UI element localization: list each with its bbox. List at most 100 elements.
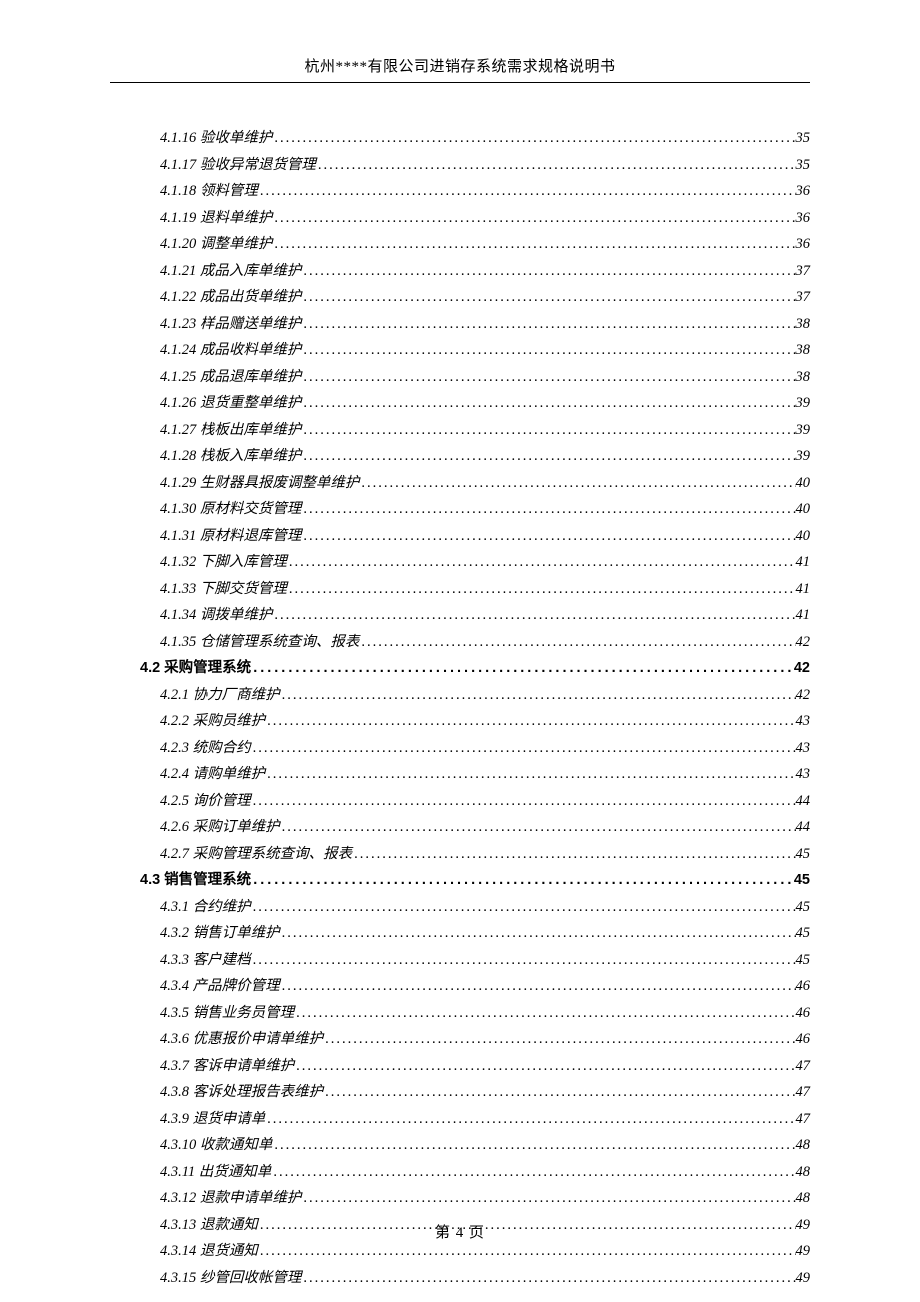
- toc-entry[interactable]: 4.1.25 成品退库单维护 38: [110, 364, 810, 391]
- toc-entry-page: 40: [796, 523, 811, 550]
- toc-entry-label: 4.3.7 客诉申请单维护: [160, 1053, 294, 1080]
- toc-entry[interactable]: 4.1.17 验收异常退货管理35: [110, 152, 810, 179]
- toc-entry-page: 43: [796, 761, 811, 788]
- toc-entry-label: 4.1.25 成品退库单维护: [160, 364, 301, 391]
- toc-entry[interactable]: 4.3.11 出货通知单48: [110, 1159, 810, 1186]
- toc-leader-dots: [352, 841, 795, 868]
- toc-entry[interactable]: 4.3.5 销售业务员管理46: [110, 1000, 810, 1027]
- toc-leader-dots: [251, 867, 794, 894]
- toc-entry[interactable]: 4.1.30 原材料交货管理40: [110, 496, 810, 523]
- toc-leader-dots: [323, 1026, 795, 1053]
- toc-entry[interactable]: 4.3.6 优惠报价申请单维护46: [110, 1026, 810, 1053]
- toc-leader-dots: [280, 920, 796, 947]
- toc-leader-dots: [301, 258, 795, 285]
- toc-leader-dots: [271, 1159, 795, 1186]
- toc-leader-dots: [359, 629, 795, 656]
- toc-entry-label: 4.1.27 栈板出库单维护: [160, 417, 301, 444]
- toc-entry-page: 44: [796, 814, 811, 841]
- page-footer: 第 4 页: [0, 1221, 920, 1242]
- toc-entry-page: 41: [796, 576, 811, 603]
- toc-entry[interactable]: 4.1.20 调整单维护36: [110, 231, 810, 258]
- toc-entry[interactable]: 4.1.31 原材料退库管理 40: [110, 523, 810, 550]
- toc-entry-label: 4.3.2 销售订单维护: [160, 920, 280, 947]
- toc-entry[interactable]: 4.2.7 采购管理系统查询、报表45: [110, 841, 810, 868]
- toc-entry[interactable]: 4.1.16 验收单维护35: [110, 125, 810, 152]
- toc-entry-page: 37: [796, 284, 811, 311]
- toc-leader-dots: [316, 152, 796, 179]
- toc-entry[interactable]: 4.1.23 样品赠送单维护38: [110, 311, 810, 338]
- toc-entry[interactable]: 4.3.4 产品牌价管理46: [110, 973, 810, 1000]
- toc-leader-dots: [301, 337, 795, 364]
- toc-entry-page: 38: [796, 337, 811, 364]
- toc-leader-dots: [287, 549, 796, 576]
- toc-entry-page: 43: [796, 708, 811, 735]
- toc-leader-dots: [294, 1053, 795, 1080]
- toc-entry-label: 4.1.17 验收异常退货管理: [160, 152, 316, 179]
- toc-leader-dots: [301, 364, 795, 391]
- toc-entry-label: 4.3.8 客诉处理报告表维护: [160, 1079, 323, 1106]
- toc-leader-dots: [265, 761, 795, 788]
- toc-entry-page: 39: [796, 417, 811, 444]
- toc-entry-label: 4.1.31 原材料退库管理: [160, 523, 301, 550]
- toc-entry-page: 40: [796, 470, 811, 497]
- toc-entry[interactable]: 4.1.22 成品出货单维护37: [110, 284, 810, 311]
- toc-entry[interactable]: 4.1.24 成品收料单维护 38: [110, 337, 810, 364]
- toc-entry[interactable]: 4.1.29 生财器具报废调整单维护40: [110, 470, 810, 497]
- toc-entry[interactable]: 4.2.5 询价管理44: [110, 788, 810, 815]
- toc-entry[interactable]: 4.2.2 采购员维护 43: [110, 708, 810, 735]
- toc-entry-page: 41: [796, 549, 811, 576]
- toc-entry[interactable]: 4.1.34 调拨单维护41: [110, 602, 810, 629]
- toc-entry-label: 4.1.34 调拨单维护: [160, 602, 272, 629]
- toc-entry[interactable]: 4.3.12 退款申请单维护48: [110, 1185, 810, 1212]
- toc-entry[interactable]: 4.1.18 领料管理36: [110, 178, 810, 205]
- toc-entry-page: 47: [796, 1053, 811, 1080]
- toc-entry-label: 4.2.2 采购员维护: [160, 708, 265, 735]
- toc-entry-label: 4.3.9 退货申请单: [160, 1106, 265, 1133]
- toc-entry[interactable]: 4.2 采购管理系统42: [110, 655, 810, 682]
- toc-entry[interactable]: 4.3.15 纱管回收帐管理49: [110, 1265, 810, 1292]
- toc-entry-label: 4.1.24 成品收料单维护: [160, 337, 301, 364]
- toc-entry-label: 4.1.26 退货重整单维护: [160, 390, 301, 417]
- toc-leader-dots: [272, 602, 795, 629]
- toc-leader-dots: [251, 894, 796, 921]
- toc-entry[interactable]: 4.1.33 下脚交货管理41: [110, 576, 810, 603]
- toc-entry[interactable]: 4.3.9 退货申请单 47: [110, 1106, 810, 1133]
- toc-entry[interactable]: 4.3.2 销售订单维护45: [110, 920, 810, 947]
- toc-entry[interactable]: 4.3.1 合约维护45: [110, 894, 810, 921]
- toc-entry[interactable]: 4.1.26 退货重整单维护39: [110, 390, 810, 417]
- toc-entry[interactable]: 4.1.27 栈板出库单维护 39: [110, 417, 810, 444]
- toc-leader-dots: [258, 178, 796, 205]
- footer-prefix: 第: [435, 1225, 456, 1241]
- toc-leader-dots: [301, 1265, 795, 1292]
- toc-entry[interactable]: 4.1.35 仓储管理系统查询、报表42: [110, 629, 810, 656]
- toc-entry[interactable]: 4.2.3 统购合约43: [110, 735, 810, 762]
- toc-leader-dots: [301, 1185, 795, 1212]
- footer-suffix: 页: [464, 1225, 485, 1241]
- toc-leader-dots: [301, 284, 795, 311]
- toc-entry[interactable]: 4.1.21 成品入库单维护37: [110, 258, 810, 285]
- toc-entry[interactable]: 4.2.1 协力厂商维护42: [110, 682, 810, 709]
- toc-entry-page: 47: [796, 1106, 811, 1133]
- toc-entry[interactable]: 4.3 销售管理系统45: [110, 867, 810, 894]
- toc-entry[interactable]: 4.3.8 客诉处理报告表维护47: [110, 1079, 810, 1106]
- toc-entry[interactable]: 4.1.19 退料单维护36: [110, 205, 810, 232]
- toc-entry[interactable]: 4.1.28 栈板入库单维护39: [110, 443, 810, 470]
- toc-leader-dots: [301, 496, 795, 523]
- toc-entry-label: 4.1.20 调整单维护: [160, 231, 272, 258]
- toc-entry-page: 46: [796, 973, 811, 1000]
- toc-entry-label: 4.2.3 统购合约: [160, 735, 251, 762]
- toc-entry[interactable]: 4.2.4 请购单维护43: [110, 761, 810, 788]
- toc-entry-page: 38: [796, 364, 811, 391]
- toc-entry-page: 42: [796, 629, 811, 656]
- toc-leader-dots: [251, 788, 796, 815]
- toc-entry-label: 4.1.21 成品入库单维护: [160, 258, 301, 285]
- toc-leader-dots: [294, 1000, 795, 1027]
- toc-entry-label: 4.1.30 原材料交货管理: [160, 496, 301, 523]
- toc-entry[interactable]: 4.2.6 采购订单维护44: [110, 814, 810, 841]
- toc-entry[interactable]: 4.3.7 客诉申请单维护 47: [110, 1053, 810, 1080]
- toc-entry[interactable]: 4.3.10 收款通知单48: [110, 1132, 810, 1159]
- toc-entry[interactable]: 4.3.3 客户建档45: [110, 947, 810, 974]
- toc-entry-page: 35: [796, 125, 811, 152]
- toc-entry-page: 42: [796, 682, 811, 709]
- toc-entry[interactable]: 4.1.32 下脚入库管理41: [110, 549, 810, 576]
